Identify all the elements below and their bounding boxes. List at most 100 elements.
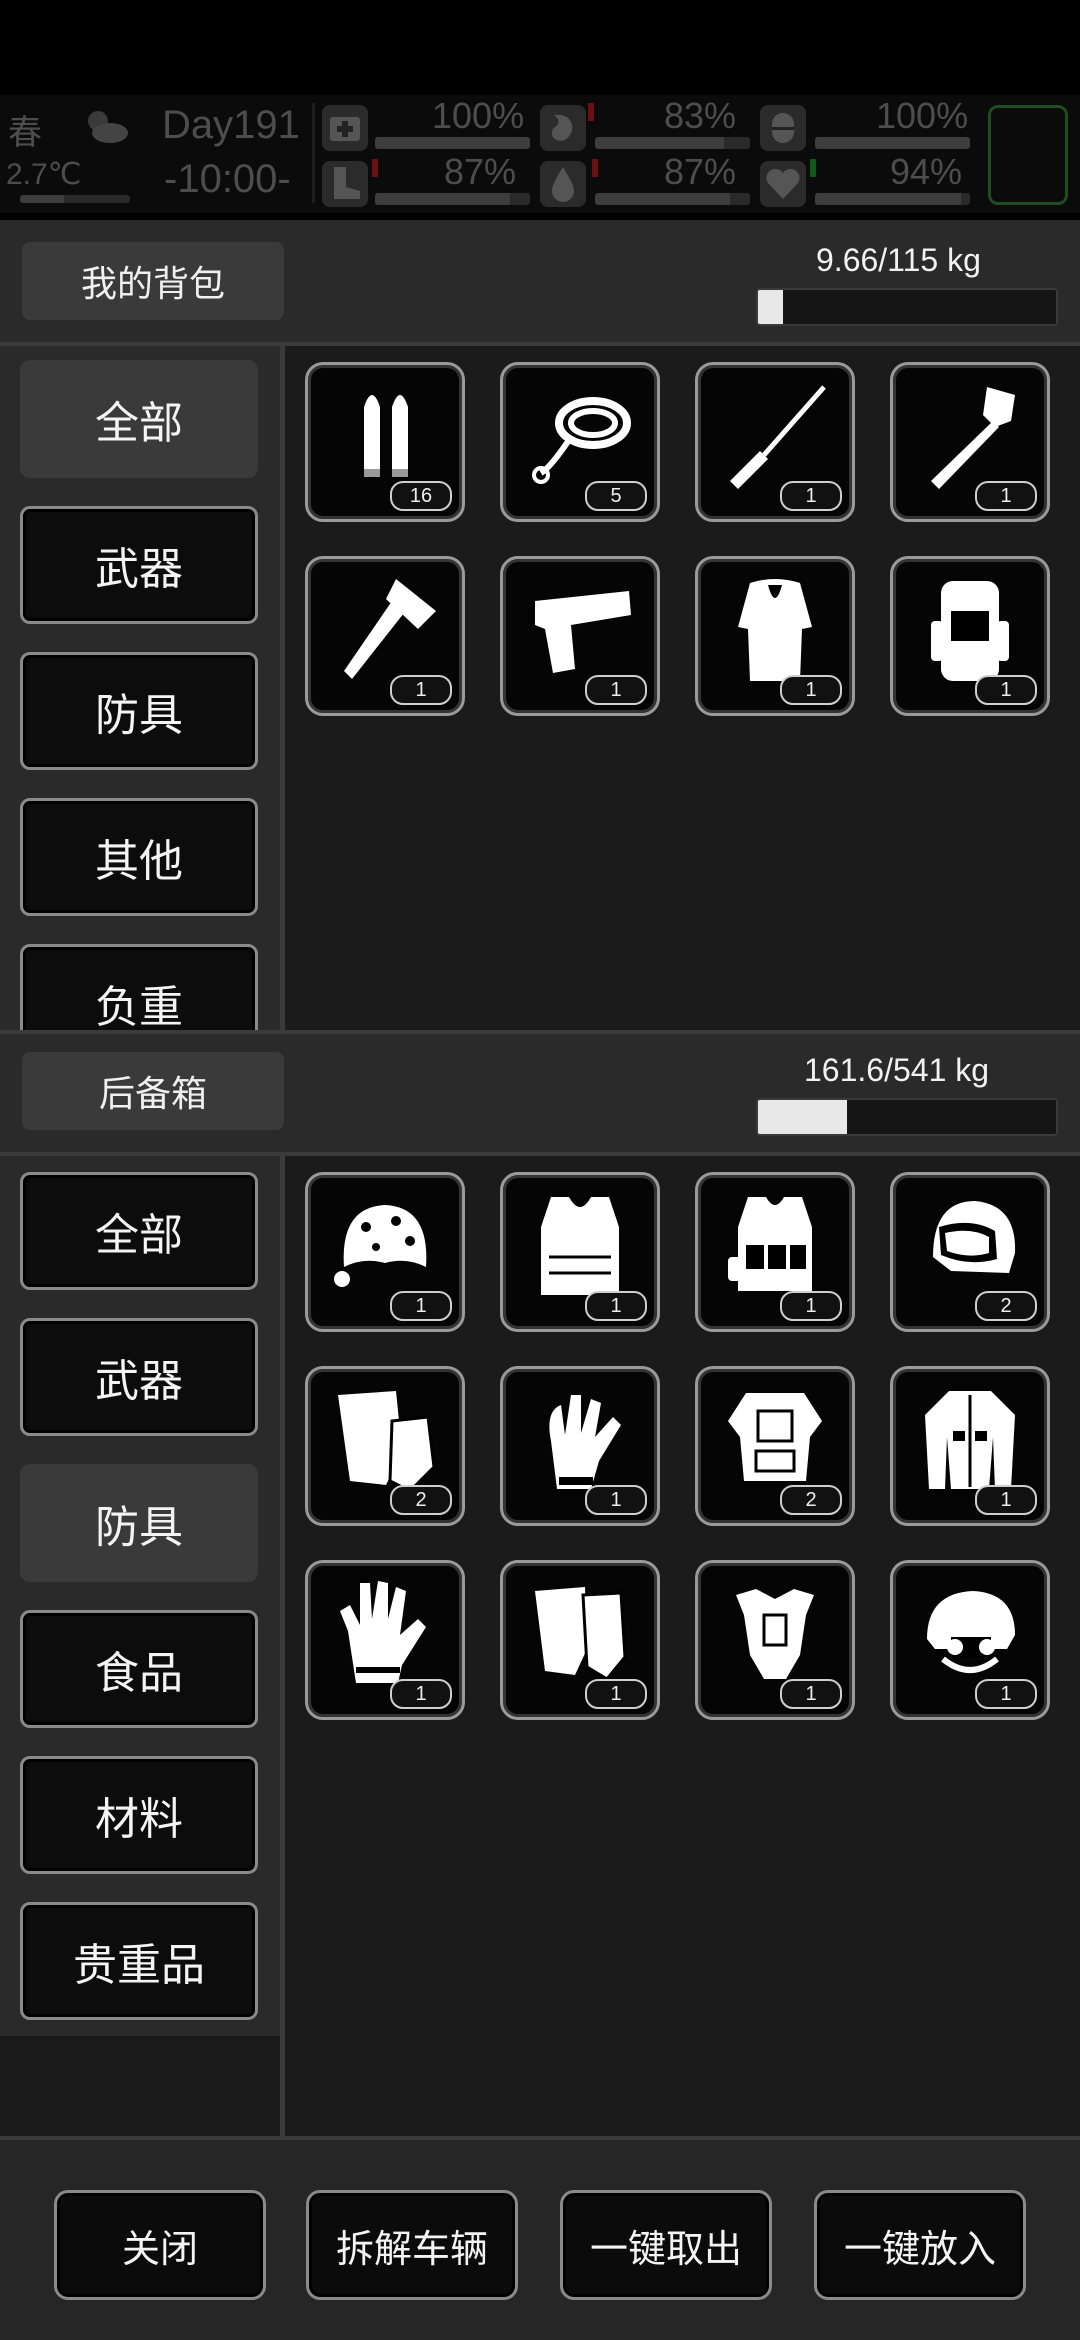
item-slot-jacket[interactable]: 1: [890, 1366, 1050, 1526]
hunger-down-arrow-icon: [588, 103, 594, 121]
item-slot-chest-armor[interactable]: 1: [695, 1560, 855, 1720]
item-slot-visor-helmet[interactable]: 2: [890, 1172, 1050, 1332]
axe-icon: [344, 579, 436, 679]
backpack-title: 我的背包: [22, 242, 284, 320]
item-count: 1: [975, 481, 1037, 511]
equipment-slot-button[interactable]: [988, 105, 1068, 205]
season-label: 春: [8, 114, 42, 152]
item-count: 2: [390, 1485, 452, 1515]
item-count: 1: [585, 1679, 647, 1709]
stomach-icon: [540, 105, 586, 151]
pistol-icon: [535, 591, 631, 673]
item-count: 1: [780, 1291, 842, 1321]
half-gloves-icon: [535, 1587, 627, 1681]
boot-icon: [322, 161, 368, 207]
item-count: 1: [585, 675, 647, 705]
backpack-weight-text: 9.66/115 kg: [816, 242, 981, 278]
backpack-tab-all[interactable]: 全部: [20, 360, 258, 478]
trunk-tab-weapons[interactable]: 武器: [20, 1318, 258, 1436]
item-slot-rope[interactable]: 5: [500, 362, 660, 522]
trunk-title: 后备箱: [22, 1052, 284, 1130]
thirst-bar: [595, 193, 750, 205]
item-slot-combat-helmet[interactable]: 1: [890, 1560, 1050, 1720]
trunk-tab-valuables[interactable]: 贵重品: [20, 1902, 258, 2020]
temperature-bar: [20, 195, 130, 203]
work-gloves-icon: [340, 1581, 426, 1683]
backpack-tab-other[interactable]: 其他: [20, 798, 258, 916]
mood-value: 94%: [890, 151, 963, 192]
item-count: 5: [585, 481, 647, 511]
hunger-bar: [595, 137, 750, 149]
item-slot-bulletproof-vest[interactable]: 1: [500, 1172, 660, 1332]
backpack-tab-weapons[interactable]: 武器: [20, 506, 258, 624]
speed-bar: [375, 193, 530, 205]
health-bar: [375, 137, 530, 149]
item-count: 1: [975, 675, 1037, 705]
speed-down-arrow-icon: [372, 159, 378, 177]
water-drop-icon: [540, 161, 586, 207]
backpack-weight-bar: [756, 288, 1058, 326]
jacket-icon: [925, 1391, 1015, 1489]
item-slot-fingerless-gloves[interactable]: 2: [305, 1366, 465, 1526]
store-all-button[interactable]: 一键放入: [814, 2190, 1026, 2300]
tactical-vest-icon: [728, 1197, 812, 1291]
item-slot-bullets[interactable]: 16: [305, 362, 465, 522]
combat-helmet-icon: [927, 1591, 1015, 1673]
item-count: 2: [975, 1291, 1037, 1321]
item-slot-body-armor[interactable]: 2: [695, 1366, 855, 1526]
item-count: 1: [390, 1291, 452, 1321]
fur-coat-icon: [738, 579, 812, 681]
shovel-icon: [931, 387, 1015, 489]
item-slot-shovel[interactable]: 1: [890, 362, 1050, 522]
close-button[interactable]: 关闭: [54, 2190, 266, 2300]
screwdriver-icon: [730, 385, 826, 489]
item-slot-axe[interactable]: 1: [305, 556, 465, 716]
footer-bar: 关闭 拆解车辆 一键取出 一键放入: [0, 2140, 1080, 2340]
item-slot-leopard-hat[interactable]: 1: [305, 1172, 465, 1332]
temperature-label: 2.7℃: [6, 158, 82, 191]
mood-up-arrow-icon: [810, 159, 816, 177]
item-slot-hiking-backpack[interactable]: 1: [890, 556, 1050, 716]
trunk-tab-food[interactable]: 食品: [20, 1610, 258, 1728]
day-label: Day191: [162, 103, 300, 147]
item-slot-work-gloves[interactable]: 1: [305, 1560, 465, 1720]
trunk-item-grid: 1 1 1 2 2 1 2 1 1 1 1 1: [285, 1156, 1080, 2136]
trunk-tab-all[interactable]: 全部: [20, 1172, 258, 1290]
tab-column-filler: [0, 2036, 280, 2136]
item-slot-tactical-vest[interactable]: 1: [695, 1172, 855, 1332]
fingerless-gloves-icon: [338, 1391, 436, 1493]
item-count: 1: [780, 481, 842, 511]
item-slot-pistol[interactable]: 1: [500, 556, 660, 716]
take-all-button[interactable]: 一键取出: [560, 2190, 772, 2300]
backpack-tab-load[interactable]: 负重: [20, 944, 258, 1030]
item-count: 1: [585, 1291, 647, 1321]
item-slot-screwdriver[interactable]: 1: [695, 362, 855, 522]
thirst-value: 87%: [664, 151, 737, 192]
stamina-bar: [815, 137, 970, 149]
backpack-tab-armor[interactable]: 防具: [20, 652, 258, 770]
item-count: 1: [975, 1679, 1037, 1709]
trunk-tab-column: 全部 武器 防具 食品 材料 贵重品: [0, 1156, 280, 2136]
backpack-header: 我的背包 9.66/115 kg: [0, 220, 1080, 342]
trunk-weight-text: 161.6/541 kg: [804, 1052, 990, 1088]
item-count: 1: [585, 1485, 647, 1515]
medkit-icon: [322, 105, 368, 151]
item-count: 16: [390, 481, 452, 511]
visor-helmet-icon: [933, 1201, 1016, 1273]
thirst-down-arrow-icon: [592, 159, 598, 177]
item-slot-glove[interactable]: 1: [500, 1366, 660, 1526]
trunk-tab-materials[interactable]: 材料: [20, 1756, 258, 1874]
trunk-weight-bar: [756, 1098, 1058, 1136]
body-armor-icon: [728, 1393, 822, 1481]
speed-value: 87%: [444, 151, 517, 192]
item-slot-fur-coat[interactable]: 1: [695, 556, 855, 716]
leopard-hat-icon: [334, 1205, 427, 1287]
trunk-tab-armor[interactable]: 防具: [20, 1464, 258, 1582]
hiking-backpack-icon: [931, 581, 1009, 681]
status-divider: [312, 103, 315, 203]
dismantle-vehicle-button[interactable]: 拆解车辆: [306, 2190, 518, 2300]
rope-icon: [532, 397, 631, 484]
item-slot-half-gloves[interactable]: 1: [500, 1560, 660, 1720]
health-value: 100%: [432, 95, 525, 136]
glove-icon: [549, 1395, 621, 1489]
